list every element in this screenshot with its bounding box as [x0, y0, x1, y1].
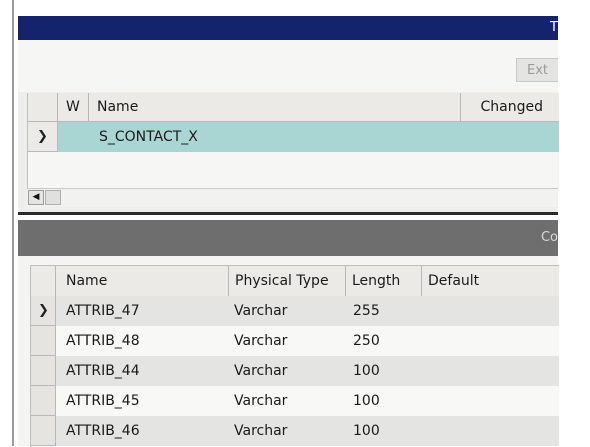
column-name-cell[interactable]: ATTRIB_44	[66, 356, 140, 386]
row-selector[interactable]: ❯	[28, 122, 58, 152]
row-selector[interactable]	[31, 416, 56, 446]
column-name-cell[interactable]: ATTRIB_45	[66, 386, 140, 416]
row-selector[interactable]	[31, 356, 56, 386]
column-header-name[interactable]: Name	[89, 93, 461, 121]
length-cell[interactable]: 100	[353, 416, 380, 446]
tables-pane: Ext W Name Changed ❯ S_CONTACT_X ◀	[18, 40, 559, 215]
columns-grid-header: Name Physical Type Length Default	[31, 266, 559, 297]
table-row[interactable]: ATTRIB_46 Varchar 100	[31, 416, 559, 446]
tables-title-bar[interactable]: T	[18, 16, 558, 40]
columns-pane: Name Physical Type Length Default ❯ ATTR…	[18, 256, 559, 447]
row-selector[interactable]	[31, 386, 56, 416]
column-name-cell[interactable]: ATTRIB_48	[66, 326, 140, 356]
column-header-physical-type[interactable]: Physical Type	[229, 266, 346, 296]
tables-grid-header: W Name Changed	[28, 93, 559, 122]
chevron-right-icon: ❯	[37, 129, 48, 144]
table-row[interactable]: ATTRIB_44 Varchar 100	[31, 356, 559, 386]
length-cell[interactable]: 100	[353, 386, 380, 416]
column-name-cell[interactable]: ATTRIB_46	[66, 416, 140, 446]
column-header-default[interactable]: Default	[422, 266, 559, 296]
physical-type-cell[interactable]: Varchar	[234, 386, 287, 416]
column-header-w[interactable]: W	[58, 93, 89, 121]
table-row[interactable]: ATTRIB_45 Varchar 100	[31, 386, 559, 416]
row-selector-header	[31, 266, 56, 296]
ext-button[interactable]: Ext	[516, 58, 558, 82]
physical-type-cell[interactable]: Varchar	[234, 326, 287, 356]
columns-grid: Name Physical Type Length Default ❯ ATTR…	[30, 265, 559, 447]
column-header-name[interactable]: Name	[56, 266, 229, 296]
physical-type-cell[interactable]: Varchar	[234, 356, 287, 386]
column-header-changed[interactable]: Changed	[461, 93, 559, 121]
column-name-cell[interactable]: ATTRIB_47	[66, 296, 140, 326]
row-selector[interactable]: ❯	[31, 296, 56, 326]
row-selector[interactable]	[31, 326, 56, 356]
columns-title-text: Co	[540, 230, 558, 245]
column-header-length[interactable]: Length	[346, 266, 422, 296]
physical-type-cell[interactable]: Varchar	[234, 296, 287, 326]
tables-grid: W Name Changed ❯ S_CONTACT_X	[27, 93, 559, 191]
table-row-selected[interactable]: ❯ S_CONTACT_X	[28, 122, 559, 152]
horizontal-scrollbar[interactable]: ◀	[27, 188, 558, 207]
length-cell[interactable]: 255	[353, 296, 380, 326]
table-row[interactable]: ATTRIB_48 Varchar 250	[31, 326, 559, 356]
scroll-thumb[interactable]	[45, 190, 61, 205]
table-row[interactable]: ❯ ATTRIB_47 Varchar 255	[31, 296, 559, 326]
table-name-cell[interactable]: S_CONTACT_X	[99, 122, 198, 152]
physical-type-cell[interactable]: Varchar	[234, 416, 287, 446]
scroll-left-arrow-icon[interactable]: ◀	[28, 190, 44, 205]
tables-toolbar-area	[18, 40, 558, 92]
length-cell[interactable]: 250	[353, 326, 380, 356]
table-row-cells[interactable]: S_CONTACT_X	[58, 122, 559, 152]
tables-title-text: T	[550, 20, 558, 35]
columns-title-bar[interactable]: Co	[18, 220, 558, 256]
length-cell[interactable]: 100	[353, 356, 380, 386]
chevron-right-icon: ❯	[38, 303, 49, 318]
window-left-border	[12, 0, 14, 446]
row-selector-header	[28, 93, 58, 121]
